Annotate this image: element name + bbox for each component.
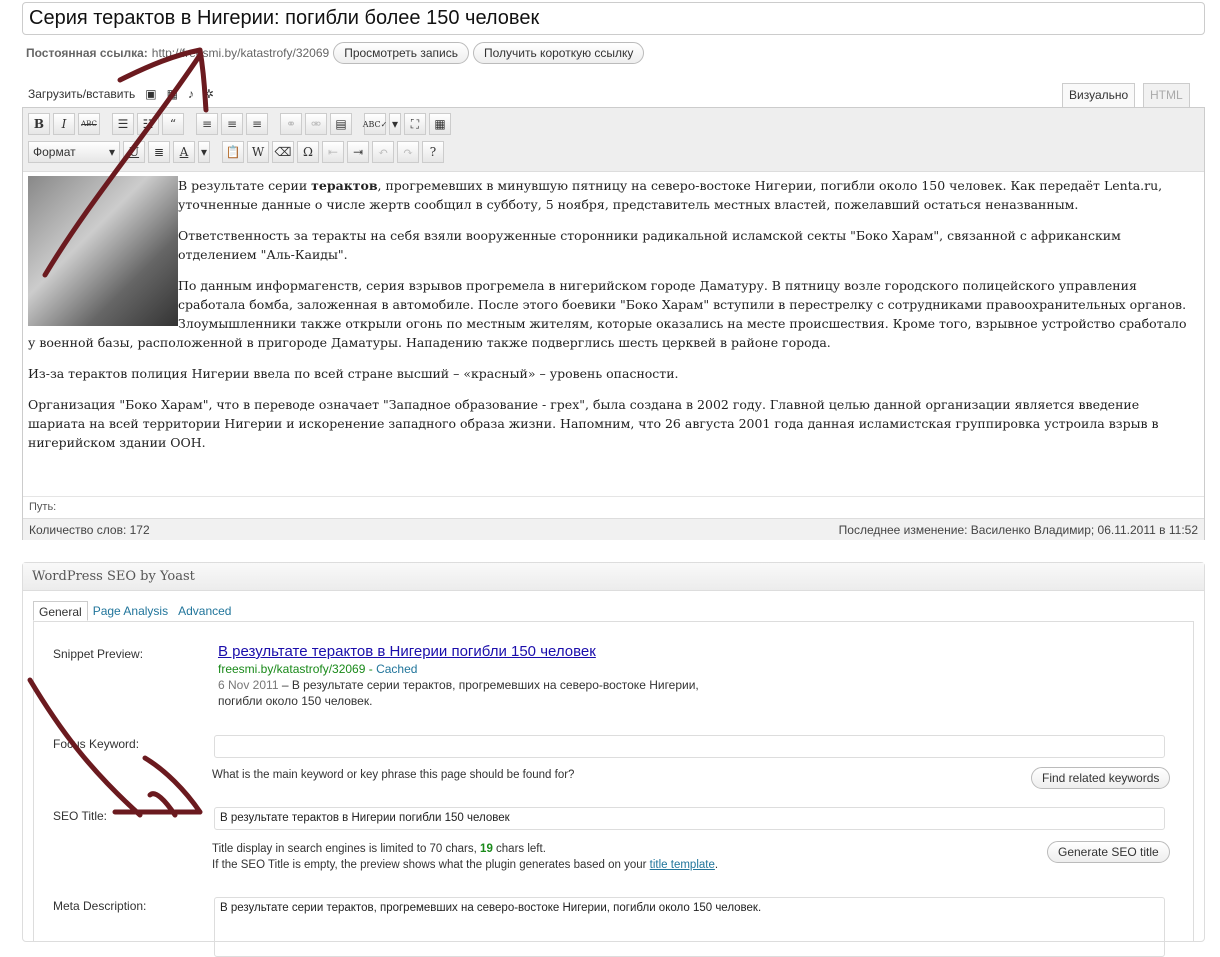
focus-keyword-input[interactable] — [214, 735, 1165, 758]
format-select-value: Формат — [33, 145, 76, 159]
kitchen-sink-icon[interactable]: ▦ — [429, 113, 451, 135]
tab-html[interactable]: HTML — [1143, 83, 1190, 107]
spellcheck-icon[interactable]: ABC✓ — [363, 113, 387, 135]
blockquote-icon[interactable]: “ — [162, 113, 184, 135]
redo-icon[interactable]: ↷ — [397, 141, 419, 163]
chevron-down-icon: ▾ — [108, 145, 115, 159]
seo-title-hint: Title display in search engines is limit… — [212, 843, 719, 871]
underline-icon[interactable]: U — [123, 141, 145, 163]
snippet-description-line2: погибли около 150 человек. — [218, 694, 373, 708]
upload-label: Загрузить/вставить — [28, 87, 136, 101]
snippet-cached-link[interactable]: Cached — [376, 662, 417, 676]
paragraph: В результате серии терактов, прогремевши… — [178, 178, 1163, 212]
bold-icon[interactable]: B — [28, 113, 50, 135]
align-center-icon[interactable]: ≡ — [221, 113, 243, 135]
post-editor: B I ABC ☰ ☷ “ ≡ ≡ ≡ ⚭ ⚮ ▤ ABC✓ ▾ ⛶ ▦ Фор… — [22, 107, 1205, 540]
add-media-icon[interactable]: ✲ — [204, 87, 214, 101]
editor-toolbar: B I ABC ☰ ☷ “ ≡ ≡ ≡ ⚭ ⚮ ▤ ABC✓ ▾ ⛶ ▦ Фор… — [23, 108, 1204, 172]
justify-icon[interactable]: ≣ — [148, 141, 170, 163]
seo-tabs: General Page Analysis Advanced — [33, 601, 236, 621]
numbered-list-icon[interactable]: ☷ — [137, 113, 159, 135]
chars-left-count: 19 — [480, 843, 493, 855]
editor-content[interactable]: В результате серии терактов, прогремевши… — [28, 176, 1196, 464]
add-video-icon[interactable]: ▦ — [167, 87, 178, 101]
indent-icon[interactable]: ⇥ — [347, 141, 369, 163]
permalink-row: Постоянная ссылка: http://freesmi.by/kat… — [26, 42, 645, 64]
title-template-link[interactable]: title template — [650, 859, 715, 871]
italic-icon[interactable]: I — [53, 113, 75, 135]
meta-description-textarea[interactable]: В результате серии терактов, прогремевши… — [214, 897, 1165, 957]
seo-metabox-header[interactable]: WordPress SEO by Yoast — [23, 563, 1204, 591]
add-image-icon[interactable]: ▣ — [145, 87, 156, 101]
outdent-icon[interactable]: ⇤ — [322, 141, 344, 163]
article-image[interactable] — [28, 176, 178, 326]
snippet-preview-label: Snippet Preview: — [53, 647, 144, 661]
fullscreen-icon[interactable]: ⛶ — [404, 113, 426, 135]
snippet-url: freesmi.by/katastrofy/32069 — [218, 662, 366, 676]
paragraph: Ответственность за теракты на себя взяли… — [178, 228, 1121, 262]
undo-icon[interactable]: ↶ — [372, 141, 394, 163]
bullet-list-icon[interactable]: ☰ — [112, 113, 134, 135]
format-select[interactable]: Формат ▾ — [28, 141, 120, 163]
paragraph: Из-за терактов полиция Нигерии ввела по … — [28, 366, 679, 381]
editor-status-bar: Количество слов: 172 Последнее изменение… — [23, 518, 1204, 540]
snippet-date: 6 Nov 2011 — [218, 678, 279, 692]
permalink-url[interactable]: http://freesmi.by/katastrofy/32069 — [152, 46, 329, 60]
last-modified: Последнее изменение: Василенко Владимир;… — [838, 523, 1198, 537]
permalink-label: Постоянная ссылка: — [26, 46, 148, 60]
more-tag-icon[interactable]: ▤ — [330, 113, 352, 135]
paragraph: По данным информагенств, серия взрывов п… — [28, 278, 1187, 350]
focus-keyword-hint: What is the main keyword or key phrase t… — [212, 769, 575, 781]
clear-formatting-icon[interactable]: ⌫ — [272, 141, 294, 163]
link-icon[interactable]: ⚭ — [280, 113, 302, 135]
find-related-keywords-button[interactable]: Find related keywords — [1031, 767, 1171, 789]
snippet-preview: В результате терактов в Нигерии погибли … — [218, 643, 699, 709]
focus-keyword-label: Focus Keyword: — [53, 737, 140, 751]
generate-seo-title-button[interactable]: Generate SEO title — [1047, 841, 1170, 863]
help-icon[interactable]: ? — [422, 141, 444, 163]
spellcheck-dropdown-icon[interactable]: ▾ — [389, 113, 401, 135]
special-char-icon[interactable]: Ω — [297, 141, 319, 163]
paragraph: Организация "Боко Харам", что в переводе… — [28, 397, 1159, 450]
meta-description-label: Meta Description: — [53, 899, 147, 913]
text-color-dropdown-icon[interactable]: ▾ — [198, 141, 210, 163]
paste-word-icon[interactable]: W — [247, 141, 269, 163]
seo-title-input[interactable]: В результате терактов в Нигерии погибли … — [214, 807, 1165, 830]
media-upload-row: Загрузить/вставить ▣ ▦ ♪ ✲ — [28, 87, 214, 101]
post-title-input[interactable]: Серия терактов в Нигерии: погибли более … — [22, 2, 1205, 35]
align-right-icon[interactable]: ≡ — [246, 113, 268, 135]
tab-page-analysis[interactable]: Page Analysis — [88, 601, 173, 621]
seo-general-panel: Snippet Preview: В результате терактов в… — [33, 621, 1194, 957]
unlink-icon[interactable]: ⚮ — [305, 113, 327, 135]
text-color-icon[interactable]: A — [173, 141, 195, 163]
tab-advanced[interactable]: Advanced — [173, 601, 236, 621]
align-left-icon[interactable]: ≡ — [196, 113, 218, 135]
snippet-description: – В результате серии терактов, прогремев… — [278, 678, 699, 692]
seo-metabox: WordPress SEO by Yoast General Page Anal… — [22, 562, 1205, 957]
paste-text-icon[interactable]: 📋 — [222, 141, 244, 163]
snippet-title[interactable]: В результате терактов в Нигерии погибли … — [218, 644, 699, 660]
editor-path: Путь: — [23, 496, 1204, 517]
strikethrough-icon[interactable]: ABC — [78, 113, 100, 135]
tab-visual[interactable]: Визуально — [1062, 83, 1136, 107]
add-audio-icon[interactable]: ♪ — [188, 87, 194, 101]
tab-general[interactable]: General — [33, 601, 88, 621]
word-count: Количество слов: 172 — [29, 523, 150, 537]
get-shortlink-button[interactable]: Получить короткую ссылку — [472, 42, 645, 64]
seo-title-label: SEO Title: — [53, 809, 108, 823]
view-post-button[interactable]: Просмотреть запись — [333, 42, 469, 64]
